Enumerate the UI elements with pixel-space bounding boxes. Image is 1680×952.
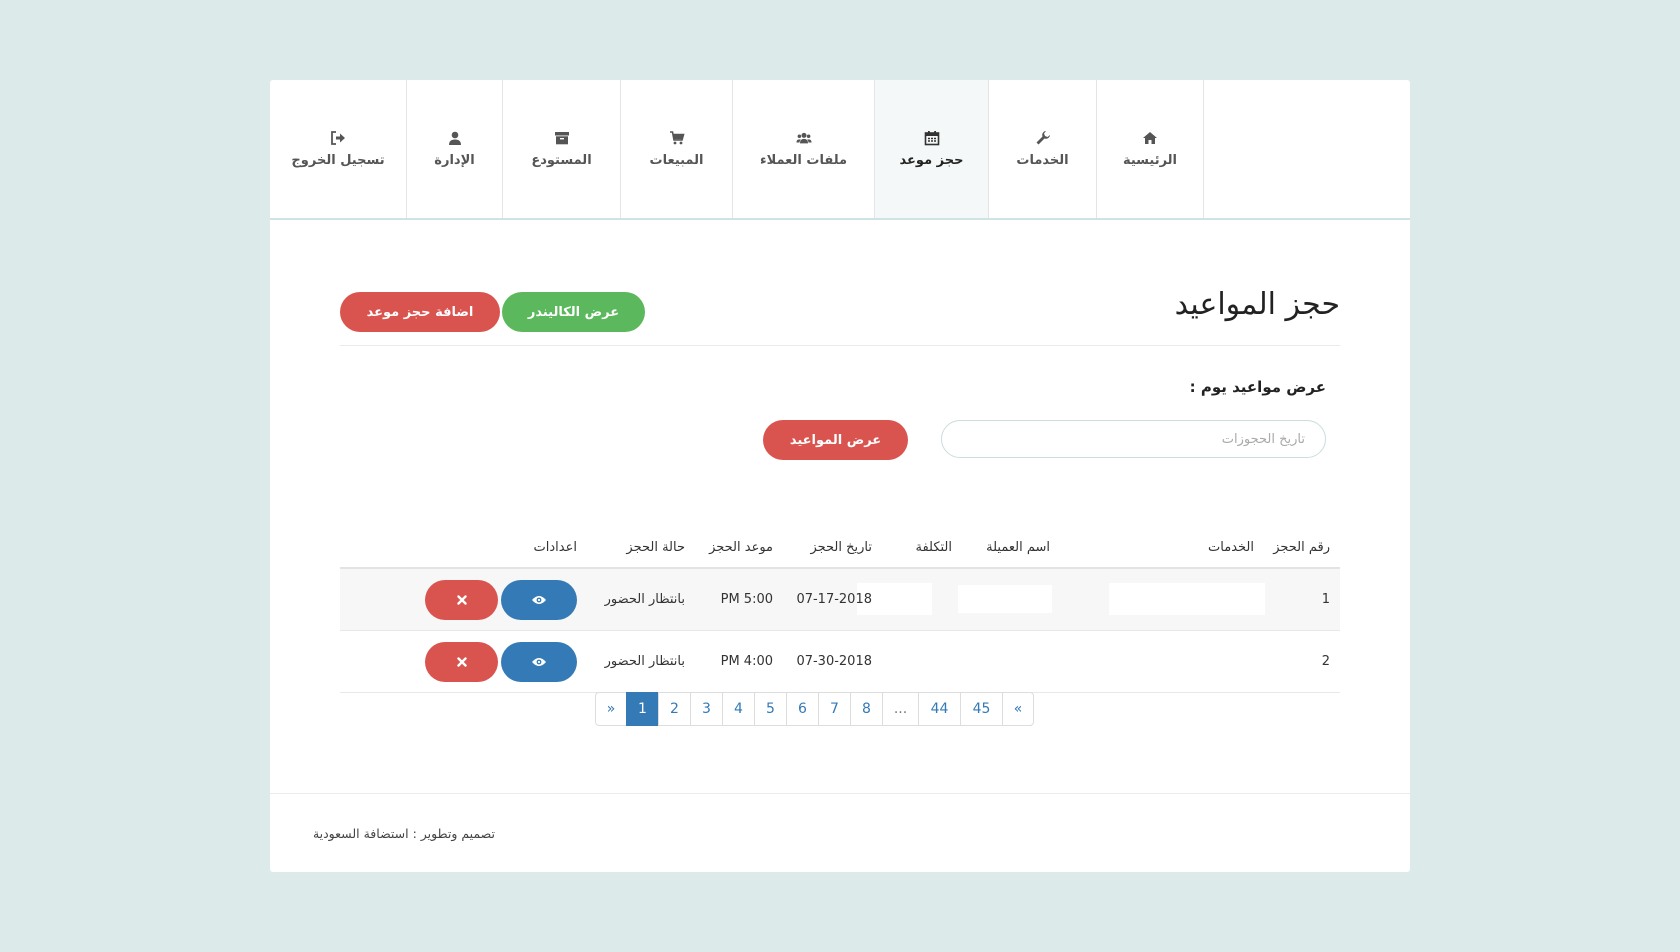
page-4[interactable]: 4 <box>722 692 755 726</box>
footer-credits: تصميم وتطوير : استضافة السعودية <box>312 826 495 841</box>
table-row: 2 07-30-2018 PM 4:00 بانتظار الحضور <box>340 631 1340 693</box>
booking-date-input[interactable] <box>941 420 1326 458</box>
page-44[interactable]: 44 <box>918 692 961 726</box>
eye-icon <box>532 596 546 604</box>
close-icon <box>456 657 467 667</box>
footer-divider <box>270 793 1410 794</box>
header-time: موعد الحجز <box>709 539 773 555</box>
logout-icon <box>331 131 345 145</box>
header-services: الخدمات <box>1208 539 1254 555</box>
nav-item-home[interactable]: الرئيسية <box>1096 80 1204 218</box>
header-status: حالة الحجز <box>626 539 685 555</box>
header-cost: التكلفة <box>915 539 952 555</box>
table-row: 1 07-17-2018 PM 5:00 بانتظار الحضور <box>340 569 1340 631</box>
page-1[interactable]: 1 <box>626 692 659 726</box>
main-nav: الرئيسية الخدمات حجز موعد ملفات العملاء … <box>270 80 1204 218</box>
cell-status: بانتظار الحضور <box>604 654 685 669</box>
cell-date: 07-30-2018 <box>796 654 872 669</box>
header-date: تاريخ الحجز <box>810 539 872 555</box>
cell-number: 2 <box>1321 654 1330 669</box>
nav-item-warehouse[interactable]: المستودع <box>502 80 620 218</box>
cell-number: 1 <box>1321 592 1330 607</box>
pagination-prev[interactable]: » <box>595 692 627 726</box>
page-title: حجز المواعيد <box>1174 287 1340 322</box>
nav-divider <box>270 218 1410 220</box>
header-actions: اعدادات <box>533 539 577 555</box>
filter-label: عرض مواعيد يوم : <box>1189 378 1326 396</box>
nav-label-sales: المبيعات <box>649 153 704 168</box>
appointments-table: رقم الحجز الخدمات اسم العميلة التكلفة تا… <box>340 527 1340 693</box>
page-3[interactable]: 3 <box>690 692 723 726</box>
cart-icon <box>669 131 685 145</box>
calendar-icon <box>924 131 939 146</box>
pagination-next[interactable]: « <box>1002 692 1034 726</box>
nav-item-services[interactable]: الخدمات <box>988 80 1096 218</box>
page-8[interactable]: 8 <box>850 692 883 726</box>
add-booking-button[interactable]: اضافة حجز موعد <box>340 292 500 332</box>
nav-item-clients[interactable]: ملفات العملاء <box>732 80 874 218</box>
delete-booking-button[interactable] <box>425 580 498 620</box>
nav-label-home: الرئيسية <box>1122 153 1178 168</box>
home-icon <box>1143 132 1157 144</box>
pagination: » 1 2 3 4 5 6 7 8 ... 44 45 « <box>595 692 1034 726</box>
cell-time: PM 5:00 <box>720 592 773 607</box>
nav-item-sales[interactable]: المبيعات <box>620 80 732 218</box>
main-card: الرئيسية الخدمات حجز موعد ملفات العملاء … <box>270 80 1410 872</box>
eye-icon <box>532 658 546 666</box>
cell-client <box>958 585 1052 613</box>
page-5[interactable]: 5 <box>754 692 787 726</box>
header-client: اسم العميلة <box>986 539 1050 555</box>
header-number: رقم الحجز <box>1273 539 1330 555</box>
users-icon <box>795 132 812 144</box>
nav-item-booking[interactable]: حجز موعد <box>874 80 988 218</box>
page-45[interactable]: 45 <box>960 692 1003 726</box>
page-ellipsis: ... <box>882 692 919 726</box>
cell-services <box>1109 583 1265 615</box>
page-2[interactable]: 2 <box>658 692 691 726</box>
close-icon <box>456 595 467 605</box>
wrench-icon <box>1036 131 1050 145</box>
view-booking-button[interactable] <box>501 580 577 620</box>
view-calendar-button[interactable]: عرض الكاليندر <box>502 292 645 332</box>
archive-icon <box>554 132 569 145</box>
nav-label-services: الخدمات <box>1016 153 1069 168</box>
nav-item-admin[interactable]: الإدارة <box>406 80 502 218</box>
view-booking-button[interactable] <box>501 642 577 682</box>
page-7[interactable]: 7 <box>818 692 851 726</box>
nav-label-clients: ملفات العملاء <box>759 153 848 168</box>
nav-label-logout: تسجيل الخروج <box>291 153 385 168</box>
cell-status: بانتظار الحضور <box>604 592 685 607</box>
table-header: رقم الحجز الخدمات اسم العميلة التكلفة تا… <box>340 527 1340 569</box>
cell-date: 07-17-2018 <box>796 592 872 607</box>
nav-label-booking: حجز موعد <box>899 153 964 168</box>
nav-label-admin: الإدارة <box>434 153 475 168</box>
user-icon <box>448 131 461 145</box>
cell-time: PM 4:00 <box>720 654 773 669</box>
delete-booking-button[interactable] <box>425 642 498 682</box>
nav-label-warehouse: المستودع <box>531 153 592 168</box>
header-divider <box>340 345 1340 346</box>
nav-item-logout[interactable]: تسجيل الخروج <box>270 80 406 218</box>
show-appointments-button[interactable]: عرض المواعيد <box>763 420 908 460</box>
page-6[interactable]: 6 <box>786 692 819 726</box>
